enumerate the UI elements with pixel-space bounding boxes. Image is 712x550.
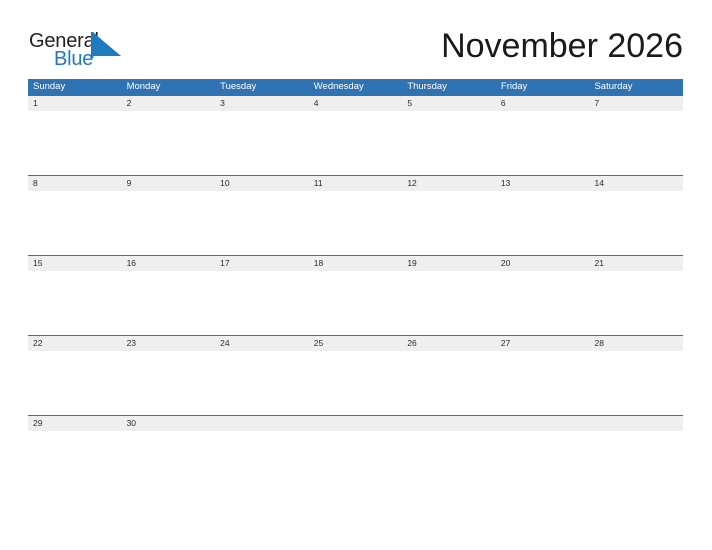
week-row: 22 23 24 25 26 27 28 [28, 335, 683, 415]
week-date-band: 8 9 10 11 12 13 14 [28, 176, 683, 191]
day-cell-date[interactable]: 20 [496, 256, 590, 271]
page-header: General Blue November 2026 [0, 0, 712, 76]
day-cell-date[interactable] [589, 416, 683, 431]
day-cell-date[interactable]: 15 [28, 256, 122, 271]
day-cell-date[interactable]: 10 [215, 176, 309, 191]
blue-triangle-flag-icon [91, 32, 123, 58]
calendar-page: General Blue November 2026 Sunday Monday… [0, 0, 712, 550]
week-row: 1 2 3 4 5 6 7 [28, 95, 683, 175]
day-cell-date[interactable]: 29 [28, 416, 122, 431]
week-date-band: 1 2 3 4 5 6 7 [28, 96, 683, 111]
day-cell-date[interactable]: 22 [28, 336, 122, 351]
weekday-header-tuesday: Tuesday [220, 81, 257, 92]
day-cell-date[interactable]: 17 [215, 256, 309, 271]
day-cell-date[interactable]: 9 [122, 176, 216, 191]
week-event-area[interactable] [28, 111, 683, 175]
week-row: 8 9 10 11 12 13 14 [28, 175, 683, 255]
week-event-area[interactable] [28, 271, 683, 335]
day-cell-date[interactable]: 21 [589, 256, 683, 271]
weekday-header-sunday: Sunday [33, 81, 66, 92]
day-cell-date[interactable]: 18 [309, 256, 403, 271]
day-cell-date[interactable] [496, 416, 590, 431]
week-event-area[interactable] [28, 351, 683, 415]
day-cell-date[interactable]: 26 [402, 336, 496, 351]
brand-name-blue: Blue [54, 48, 94, 70]
weekday-header-thursday: Thursday [407, 81, 447, 92]
week-date-band: 15 16 17 18 19 20 21 [28, 256, 683, 271]
day-cell-date[interactable]: 8 [28, 176, 122, 191]
day-cell-date[interactable]: 30 [122, 416, 216, 431]
day-cell-date[interactable]: 27 [496, 336, 590, 351]
day-cell-date[interactable]: 11 [309, 176, 403, 191]
day-cell-date[interactable] [215, 416, 309, 431]
day-cell-date[interactable]: 28 [589, 336, 683, 351]
day-cell-date[interactable]: 2 [122, 96, 216, 111]
day-cell-date[interactable]: 5 [402, 96, 496, 111]
day-cell-date[interactable]: 3 [215, 96, 309, 111]
day-cell-date[interactable]: 24 [215, 336, 309, 351]
week-date-band: 29 30 [28, 416, 683, 431]
day-cell-date[interactable] [402, 416, 496, 431]
weekday-header-friday: Friday [500, 81, 528, 92]
day-cell-date[interactable]: 25 [309, 336, 403, 351]
day-cell-date[interactable]: 4 [309, 96, 403, 111]
week-date-band: 22 23 24 25 26 27 28 [28, 336, 683, 351]
page-title: November 2026 [441, 27, 683, 65]
week-row: 29 30 [28, 415, 683, 431]
day-cell-date[interactable]: 12 [402, 176, 496, 191]
day-cell-date[interactable]: 6 [496, 96, 590, 111]
day-cell-date[interactable]: 16 [122, 256, 216, 271]
week-row: 15 16 17 18 19 20 21 [28, 255, 683, 335]
day-cell-date[interactable] [309, 416, 403, 431]
calendar-grid: Sunday Monday Tuesday Wednesday Thursday… [28, 79, 683, 431]
weekday-header-row: Sunday Monday Tuesday Wednesday Thursday… [28, 79, 683, 95]
weekday-header-monday: Monday [126, 81, 161, 92]
weekday-header-saturday: Saturday [594, 81, 633, 92]
day-cell-date[interactable]: 7 [589, 96, 683, 111]
brand-logo[interactable]: General Blue [29, 31, 149, 71]
day-cell-date[interactable]: 19 [402, 256, 496, 271]
day-cell-date[interactable]: 14 [589, 176, 683, 191]
weekday-header-wednesday: Wednesday [313, 81, 364, 92]
day-cell-date[interactable]: 23 [122, 336, 216, 351]
day-cell-date[interactable]: 13 [496, 176, 590, 191]
week-event-area[interactable] [28, 191, 683, 255]
day-cell-date[interactable]: 1 [28, 96, 122, 111]
